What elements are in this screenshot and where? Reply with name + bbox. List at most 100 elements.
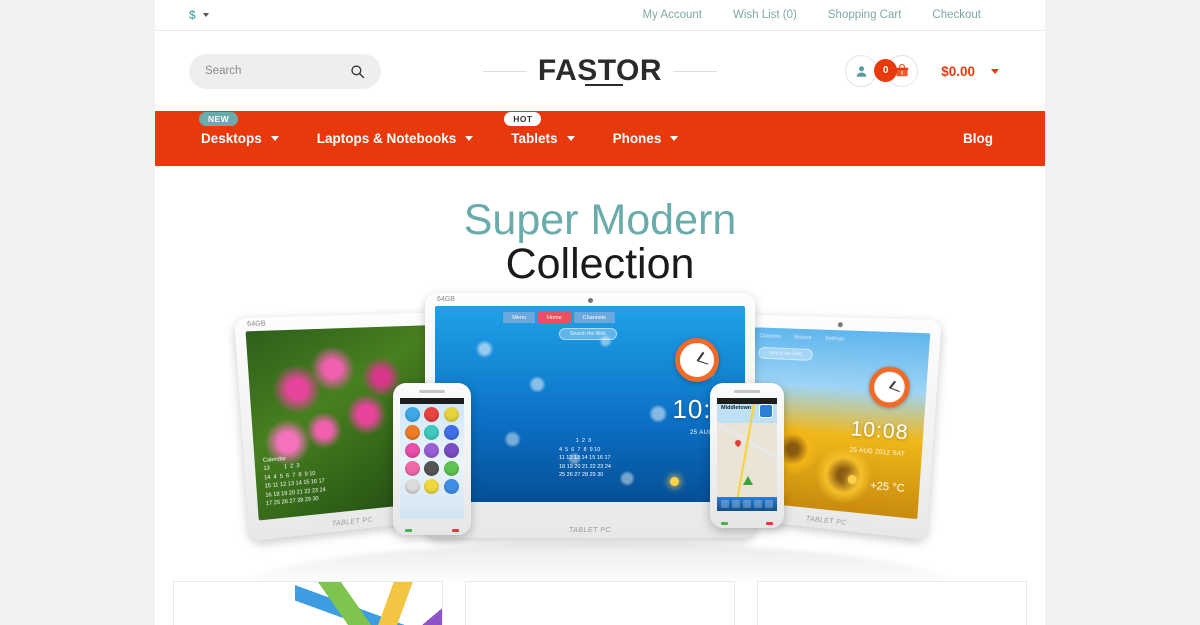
- account-button[interactable]: [845, 55, 878, 87]
- device-tablet-center: 64GB Menu Home Channels Search the Web 1…: [425, 293, 755, 538]
- top-bar: $ My Account Wish List (0) Shopping Cart…: [155, 0, 1045, 31]
- chevron-down-icon: [202, 13, 209, 17]
- top-link-my-account[interactable]: My Account: [643, 9, 702, 21]
- app-icon: [424, 461, 440, 476]
- logo-rule-left: [482, 70, 527, 72]
- toolbar-browse: Browse: [793, 334, 812, 342]
- nav-label-laptops: Laptops & Notebooks: [316, 131, 457, 146]
- cart-area[interactable]: 0: [874, 55, 919, 87]
- tablet-center-toolbar: Menu Home Channels: [503, 312, 615, 323]
- chevron-down-icon: [270, 136, 279, 141]
- top-links: My Account Wish List (0) Shopping Cart C…: [643, 9, 1027, 21]
- phone-left-screen: [400, 398, 464, 518]
- clock-widget: [867, 365, 912, 409]
- nav-item-phones[interactable]: Phones: [594, 131, 698, 146]
- led-green: [721, 522, 728, 525]
- currency-symbol: $: [189, 8, 196, 22]
- storefront-page: $ My Account Wish List (0) Shopping Cart…: [155, 0, 1045, 625]
- nav-label-tablets: Tablets: [511, 131, 558, 146]
- search-icon[interactable]: [350, 64, 365, 79]
- product-card-apps[interactable]: [173, 581, 443, 625]
- product-card-dark[interactable]: [757, 581, 1027, 625]
- product-card-row: [155, 581, 1045, 625]
- app-icon: [404, 425, 420, 440]
- camera-icon: [588, 298, 593, 303]
- nav-item-desktops[interactable]: NEW Desktops: [187, 112, 298, 146]
- app-icon: [444, 407, 460, 422]
- nav-item-laptops-notebooks[interactable]: Laptops & Notebooks: [298, 131, 493, 146]
- weather-sun-icon: [847, 474, 857, 485]
- map-button: [754, 500, 763, 508]
- logo-text: FASTOR: [537, 54, 663, 87]
- app-icon: [404, 479, 420, 494]
- currency-selector[interactable]: $: [189, 8, 209, 22]
- camera-icon: [837, 322, 843, 328]
- map-button: [742, 500, 751, 508]
- toolbar-channels: Channels: [759, 333, 782, 340]
- app-icon: [404, 407, 420, 422]
- tablet-right-time: 10:08: [849, 417, 910, 445]
- nav-label-phones: Phones: [612, 131, 662, 146]
- top-link-wish-list[interactable]: Wish List (0): [733, 9, 797, 21]
- top-link-shopping-cart[interactable]: Shopping Cart: [828, 9, 902, 21]
- nav-badge-new: NEW: [199, 112, 239, 126]
- search-input[interactable]: [205, 65, 350, 77]
- app-icon: [444, 425, 460, 440]
- map-button: [720, 500, 729, 508]
- tablet-center-brand: TABLET PC: [568, 527, 612, 534]
- app-icon: [444, 479, 460, 494]
- tablet-right-toolbar: Channels Browse Settings: [759, 333, 844, 342]
- app-icon: [424, 407, 440, 422]
- tablet-left-storage: 64GB: [246, 320, 266, 329]
- map-toolbar: [717, 497, 777, 511]
- phone-status-bar: [717, 398, 777, 404]
- search-box[interactable]: [189, 53, 381, 89]
- nav-badge-hot: HOT: [504, 112, 542, 126]
- led-red: [766, 522, 773, 525]
- chevron-down-icon: [670, 136, 679, 141]
- app-icon: [424, 479, 440, 494]
- toolbar-home: Home: [537, 312, 571, 323]
- app-icon: [444, 461, 460, 476]
- nav-item-blog[interactable]: Blog: [963, 131, 1027, 146]
- clock-widget: [675, 338, 719, 382]
- hero-banner[interactable]: Super Modern Collection 64GB Calendar 13…: [155, 166, 1045, 581]
- led-red: [452, 529, 459, 532]
- phone-status-bar: [400, 398, 464, 404]
- top-link-checkout[interactable]: Checkout: [932, 9, 981, 21]
- toolbar-settings: Settings: [824, 335, 845, 343]
- tablet-center-screen: Menu Home Channels Search the Web 10:0 2…: [435, 306, 745, 502]
- product-card-camera[interactable]: [465, 581, 735, 625]
- user-icon: [856, 65, 867, 77]
- map-direction-arrow-icon: [743, 476, 753, 485]
- navigation-icon: [759, 404, 773, 418]
- cart-chevron-down-icon[interactable]: [991, 68, 999, 74]
- tablet-right-search-hint: Search the Web: [757, 346, 813, 361]
- tablet-center-calendar: 1 2 3 4 5 6 7 8 9 10 11 12 13 14 15 16 1…: [559, 438, 611, 479]
- main-navigation: NEW Desktops Laptops & Notebooks HOT Tab…: [155, 111, 1045, 166]
- map-city-label: Middletown: [721, 405, 752, 411]
- map-button: [765, 500, 774, 508]
- toolbar-channels: Channels: [573, 312, 615, 323]
- phone-speaker: [734, 390, 760, 393]
- hero-device-group: 64GB Calendar 13 1 2 3 14 4 5 6 7 8 9 10…: [155, 293, 1045, 581]
- product-image-apps: [294, 582, 442, 625]
- logo-underline: [584, 84, 623, 86]
- nav-item-tablets[interactable]: HOT Tablets: [492, 112, 593, 146]
- hero-title-line1: Super Modern: [463, 196, 737, 244]
- hero-title: Super Modern Collection: [155, 166, 1045, 287]
- toolbar-menu: Menu: [503, 312, 535, 323]
- header-actions: 0 $0.00: [845, 55, 1027, 87]
- site-header: FASTOR 0: [155, 31, 1045, 111]
- chevron-down-icon: [566, 136, 575, 141]
- cart-total[interactable]: $0.00: [941, 64, 975, 79]
- led-green: [405, 529, 412, 532]
- app-icon: [424, 443, 440, 458]
- tablet-center-search-hint: Search the Web: [559, 328, 617, 340]
- map-button: [731, 500, 740, 508]
- chevron-down-icon: [465, 136, 474, 141]
- nav-label-desktops: Desktops: [201, 131, 262, 146]
- device-phone-right: Middletown: [710, 383, 784, 528]
- logo-rule-right: [673, 70, 718, 72]
- device-reflection: [250, 543, 950, 581]
